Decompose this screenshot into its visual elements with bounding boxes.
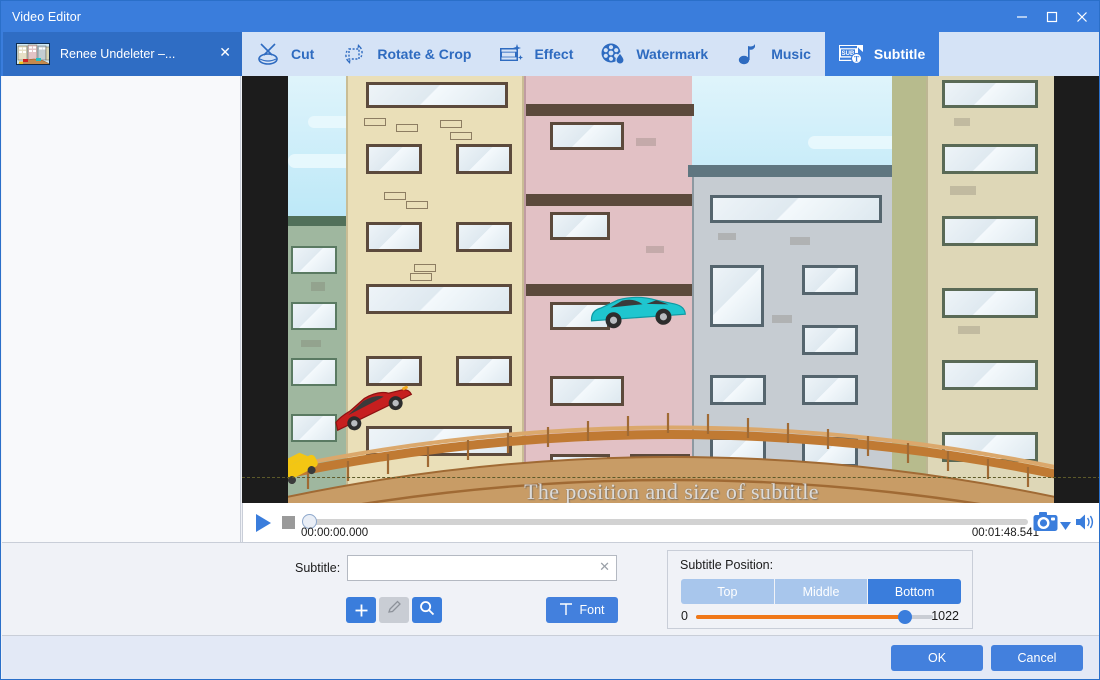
font-button-label: Font xyxy=(579,603,605,617)
editor-toolbar: Cut Rotate & Crop Effect Watermark Music… xyxy=(242,32,1099,76)
edit-pencil-icon xyxy=(387,600,402,620)
window-controls xyxy=(1007,1,1097,32)
video-frame xyxy=(288,76,1054,503)
play-icon[interactable] xyxy=(251,511,275,535)
position-option-middle[interactable]: Middle xyxy=(774,579,869,604)
subtitle-input[interactable] xyxy=(353,557,593,579)
file-tab[interactable]: Renee Undeleter –... ✕ xyxy=(3,32,243,76)
tab-cut[interactable]: Cut xyxy=(242,32,328,76)
search-icon xyxy=(419,600,435,621)
text-T-icon xyxy=(559,602,573,619)
tab-watermark-label: Watermark xyxy=(636,46,709,62)
tab-rotate-crop-label: Rotate & Crop xyxy=(377,46,472,62)
left-panel xyxy=(2,76,241,542)
tab-effect-label: Effect xyxy=(534,46,574,62)
clear-icon[interactable]: ✕ xyxy=(599,561,610,575)
edit-subtitle-button[interactable] xyxy=(379,597,409,623)
subtitle-guide-line xyxy=(242,477,1099,478)
subtitle-icon: SUB T xyxy=(837,40,865,68)
add-subtitle-button[interactable] xyxy=(346,597,376,623)
tab-cut-label: Cut xyxy=(291,46,315,62)
position-slider-fill xyxy=(696,615,905,619)
search-subtitle-button[interactable] xyxy=(412,597,442,623)
car-teal xyxy=(590,296,686,329)
ok-button[interactable]: OK xyxy=(891,645,983,671)
svg-text:T: T xyxy=(854,55,860,64)
film-reel-drop-icon xyxy=(599,40,627,68)
subtitle-field-label: Subtitle: xyxy=(295,561,341,575)
tab-subtitle[interactable]: SUB T Subtitle xyxy=(824,32,940,76)
position-slider-thumb[interactable] xyxy=(898,610,912,624)
tab-subtitle-label: Subtitle xyxy=(873,46,926,62)
position-option-bottom[interactable]: Bottom xyxy=(868,579,961,604)
stop-icon[interactable] xyxy=(282,516,295,529)
current-time: 00:00:00.000 xyxy=(301,527,369,539)
position-option-top[interactable]: Top xyxy=(681,579,775,604)
video-thumbnail xyxy=(16,43,50,65)
subtitle-position-segmented: Top Middle Bottom xyxy=(681,579,961,604)
car-red xyxy=(335,385,413,432)
position-slider-max: 1022 xyxy=(931,609,959,623)
chevron-down-icon[interactable] xyxy=(1060,517,1071,535)
window-title: Video Editor xyxy=(12,9,82,24)
font-button[interactable]: Font xyxy=(546,597,618,623)
camera-icon[interactable] xyxy=(1033,511,1058,533)
subtitle-position-panel: Subtitle Position: Top Middle Bottom 0 1… xyxy=(667,550,973,629)
seek-bar[interactable] xyxy=(306,519,1028,525)
cancel-button[interactable]: Cancel xyxy=(991,645,1083,671)
title-bar: Video Editor xyxy=(1,1,1099,32)
file-tab-label: Renee Undeleter –... xyxy=(60,47,176,61)
bridge xyxy=(288,273,1054,503)
tab-music[interactable]: Music xyxy=(722,32,825,76)
rotate-crop-icon xyxy=(340,40,368,68)
video-preview[interactable]: The position and size of subtitle xyxy=(242,76,1099,503)
scissors-icon xyxy=(254,40,282,68)
position-slider-min: 0 xyxy=(681,609,688,623)
volume-icon[interactable] xyxy=(1075,513,1095,531)
film-sparkle-icon xyxy=(497,40,525,68)
music-note-icon xyxy=(734,40,762,68)
close-icon[interactable] xyxy=(1067,1,1097,32)
subtitle-overlay-text: The position and size of subtitle xyxy=(524,479,819,503)
maximize-icon[interactable] xyxy=(1037,1,1067,32)
tab-music-label: Music xyxy=(771,46,811,62)
file-tab-close-icon[interactable]: ✕ xyxy=(219,46,231,60)
player-controls: 00:00:00.000 00:01:48.541 xyxy=(242,503,1099,542)
tab-watermark[interactable]: Watermark xyxy=(587,32,722,76)
minimize-icon[interactable] xyxy=(1007,1,1037,32)
subtitle-position-title: Subtitle Position: xyxy=(680,558,774,572)
video-editor-window: Video Editor Renee Undeleter –... ✕ Cut … xyxy=(0,0,1100,680)
tab-effect[interactable]: Effect xyxy=(485,32,587,76)
total-time: 00:01:48.541 xyxy=(971,527,1039,539)
tab-rotate-crop[interactable]: Rotate & Crop xyxy=(328,32,485,76)
subtitle-input-wrapper[interactable]: ✕ xyxy=(347,555,617,581)
